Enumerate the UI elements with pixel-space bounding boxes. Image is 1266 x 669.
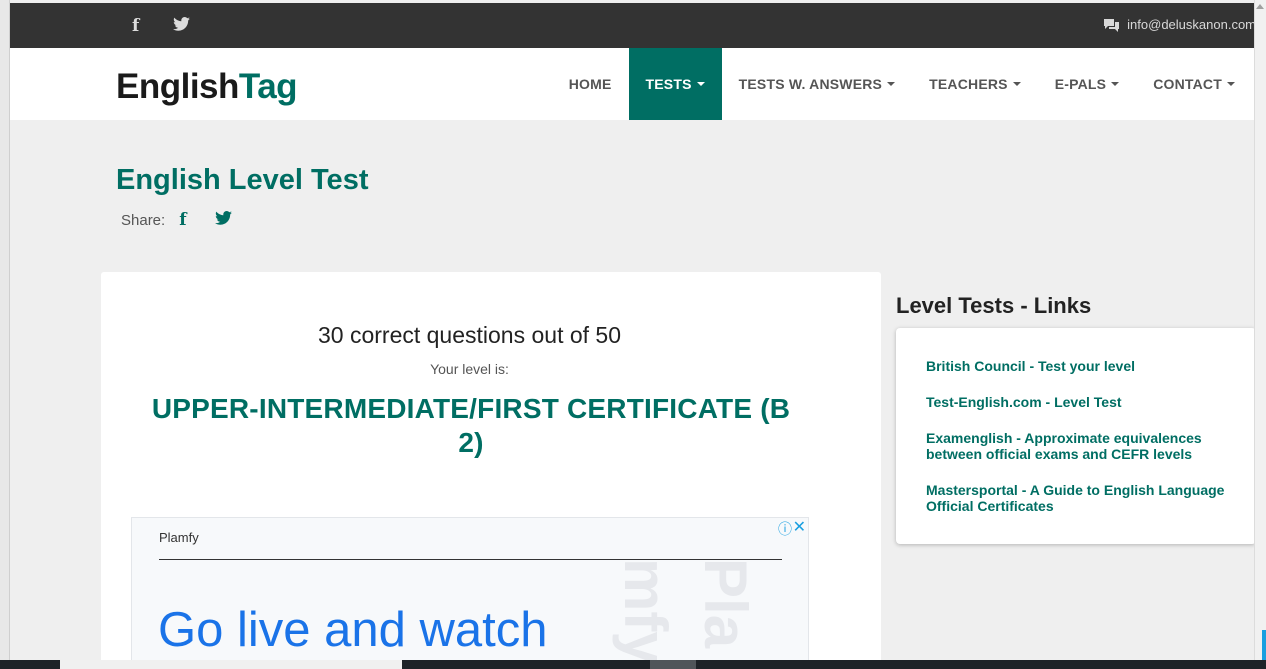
chat-icon	[1104, 18, 1120, 32]
ad-headline[interactable]: Go live and watch	[158, 602, 548, 658]
ad-watermark-text-2: Pla	[692, 558, 759, 649]
logo-part-tag: Tag	[238, 67, 298, 106]
nav-item-teachers[interactable]: TEACHERS	[912, 48, 1038, 120]
vertical-scrollbar[interactable]	[1254, 0, 1266, 669]
sidebar-links-card: British Council - Test your level Test-E…	[896, 328, 1256, 544]
sidebar-title: Level Tests - Links	[896, 293, 1092, 318]
window-left-edge	[0, 0, 10, 669]
ad-watermark: mfy Pla	[610, 558, 808, 668]
nav-item-contact[interactable]: CONTACT	[1136, 48, 1252, 120]
ad-close-icon[interactable]: ✕	[793, 518, 806, 537]
nav-item-e-pals[interactable]: E-PALS	[1038, 48, 1137, 120]
contact-email[interactable]: info@deluskanon.com	[1104, 17, 1256, 32]
ad-info-icon[interactable]: ⓘ	[778, 519, 792, 539]
site-logo[interactable]: EnglishTag	[116, 67, 298, 107]
facebook-icon[interactable]: f	[132, 16, 139, 36]
score-text: 30 correct questions out of 50	[317, 322, 622, 348]
nav-item-tests-with-answers[interactable]: TESTS W. ANSWERS	[722, 48, 912, 120]
twitter-icon[interactable]	[173, 16, 190, 36]
level-result-line1: UPPER-INTERMEDIATE/FIRST CERTIFICATE (B	[151, 393, 791, 424]
page-title: English Level Test	[116, 164, 369, 196]
sidebar-link-british-council[interactable]: British Council - Test your level	[926, 358, 1236, 374]
main-navbar: EnglishTag HOME TESTS TESTS W. ANSWERS T…	[10, 48, 1266, 120]
logo-part-english: English	[116, 67, 239, 106]
level-result: UPPER-INTERMEDIATE/FIRST CERTIFICATE (B …	[131, 392, 811, 460]
side-widget-tab[interactable]	[1262, 630, 1266, 662]
level-label: Your level is:	[430, 361, 509, 377]
nav-menu: HOME TESTS TESTS W. ANSWERS TEACHERS E-P…	[552, 48, 1252, 120]
taskbar-tab[interactable]	[60, 660, 402, 669]
ad-brand: Plamfy	[159, 530, 199, 545]
chevron-down-icon	[1227, 82, 1235, 86]
share-twitter-icon[interactable]	[214, 211, 232, 229]
chevron-down-icon	[696, 82, 705, 86]
chevron-down-icon	[887, 82, 896, 86]
sidebar-link-test-english[interactable]: Test-English.com - Level Test	[926, 394, 1236, 410]
scroll-up-arrow-icon[interactable]	[1256, 4, 1264, 9]
ad-watermark-text-1: mfy	[612, 558, 679, 665]
nav-item-home[interactable]: HOME	[552, 48, 629, 120]
taskbar-tab-secondary[interactable]	[650, 660, 696, 669]
advertisement[interactable]: Plamfy ⓘ ✕ mfy Pla Go live and watch	[131, 517, 809, 669]
result-card: 30 correct questions out of 50 Your leve…	[101, 272, 881, 669]
share-bar: Share: f	[121, 210, 232, 230]
email-text[interactable]: info@deluskanon.com	[1127, 17, 1256, 32]
level-result-line2: 2)	[458, 427, 484, 458]
share-label: Share:	[121, 211, 166, 229]
chevron-down-icon	[1111, 82, 1120, 86]
chevron-down-icon	[1012, 82, 1021, 86]
nav-item-tests[interactable]: TESTS	[628, 48, 722, 120]
sidebar-link-examenglish[interactable]: Examenglish - Approximate equivalences b…	[926, 430, 1236, 462]
sidebar-link-mastersportal[interactable]: Mastersportal - A Guide to English Langu…	[926, 482, 1236, 514]
top-bar: f info@deluskanon.com	[10, 3, 1266, 48]
share-facebook-icon[interactable]: f	[179, 210, 186, 230]
